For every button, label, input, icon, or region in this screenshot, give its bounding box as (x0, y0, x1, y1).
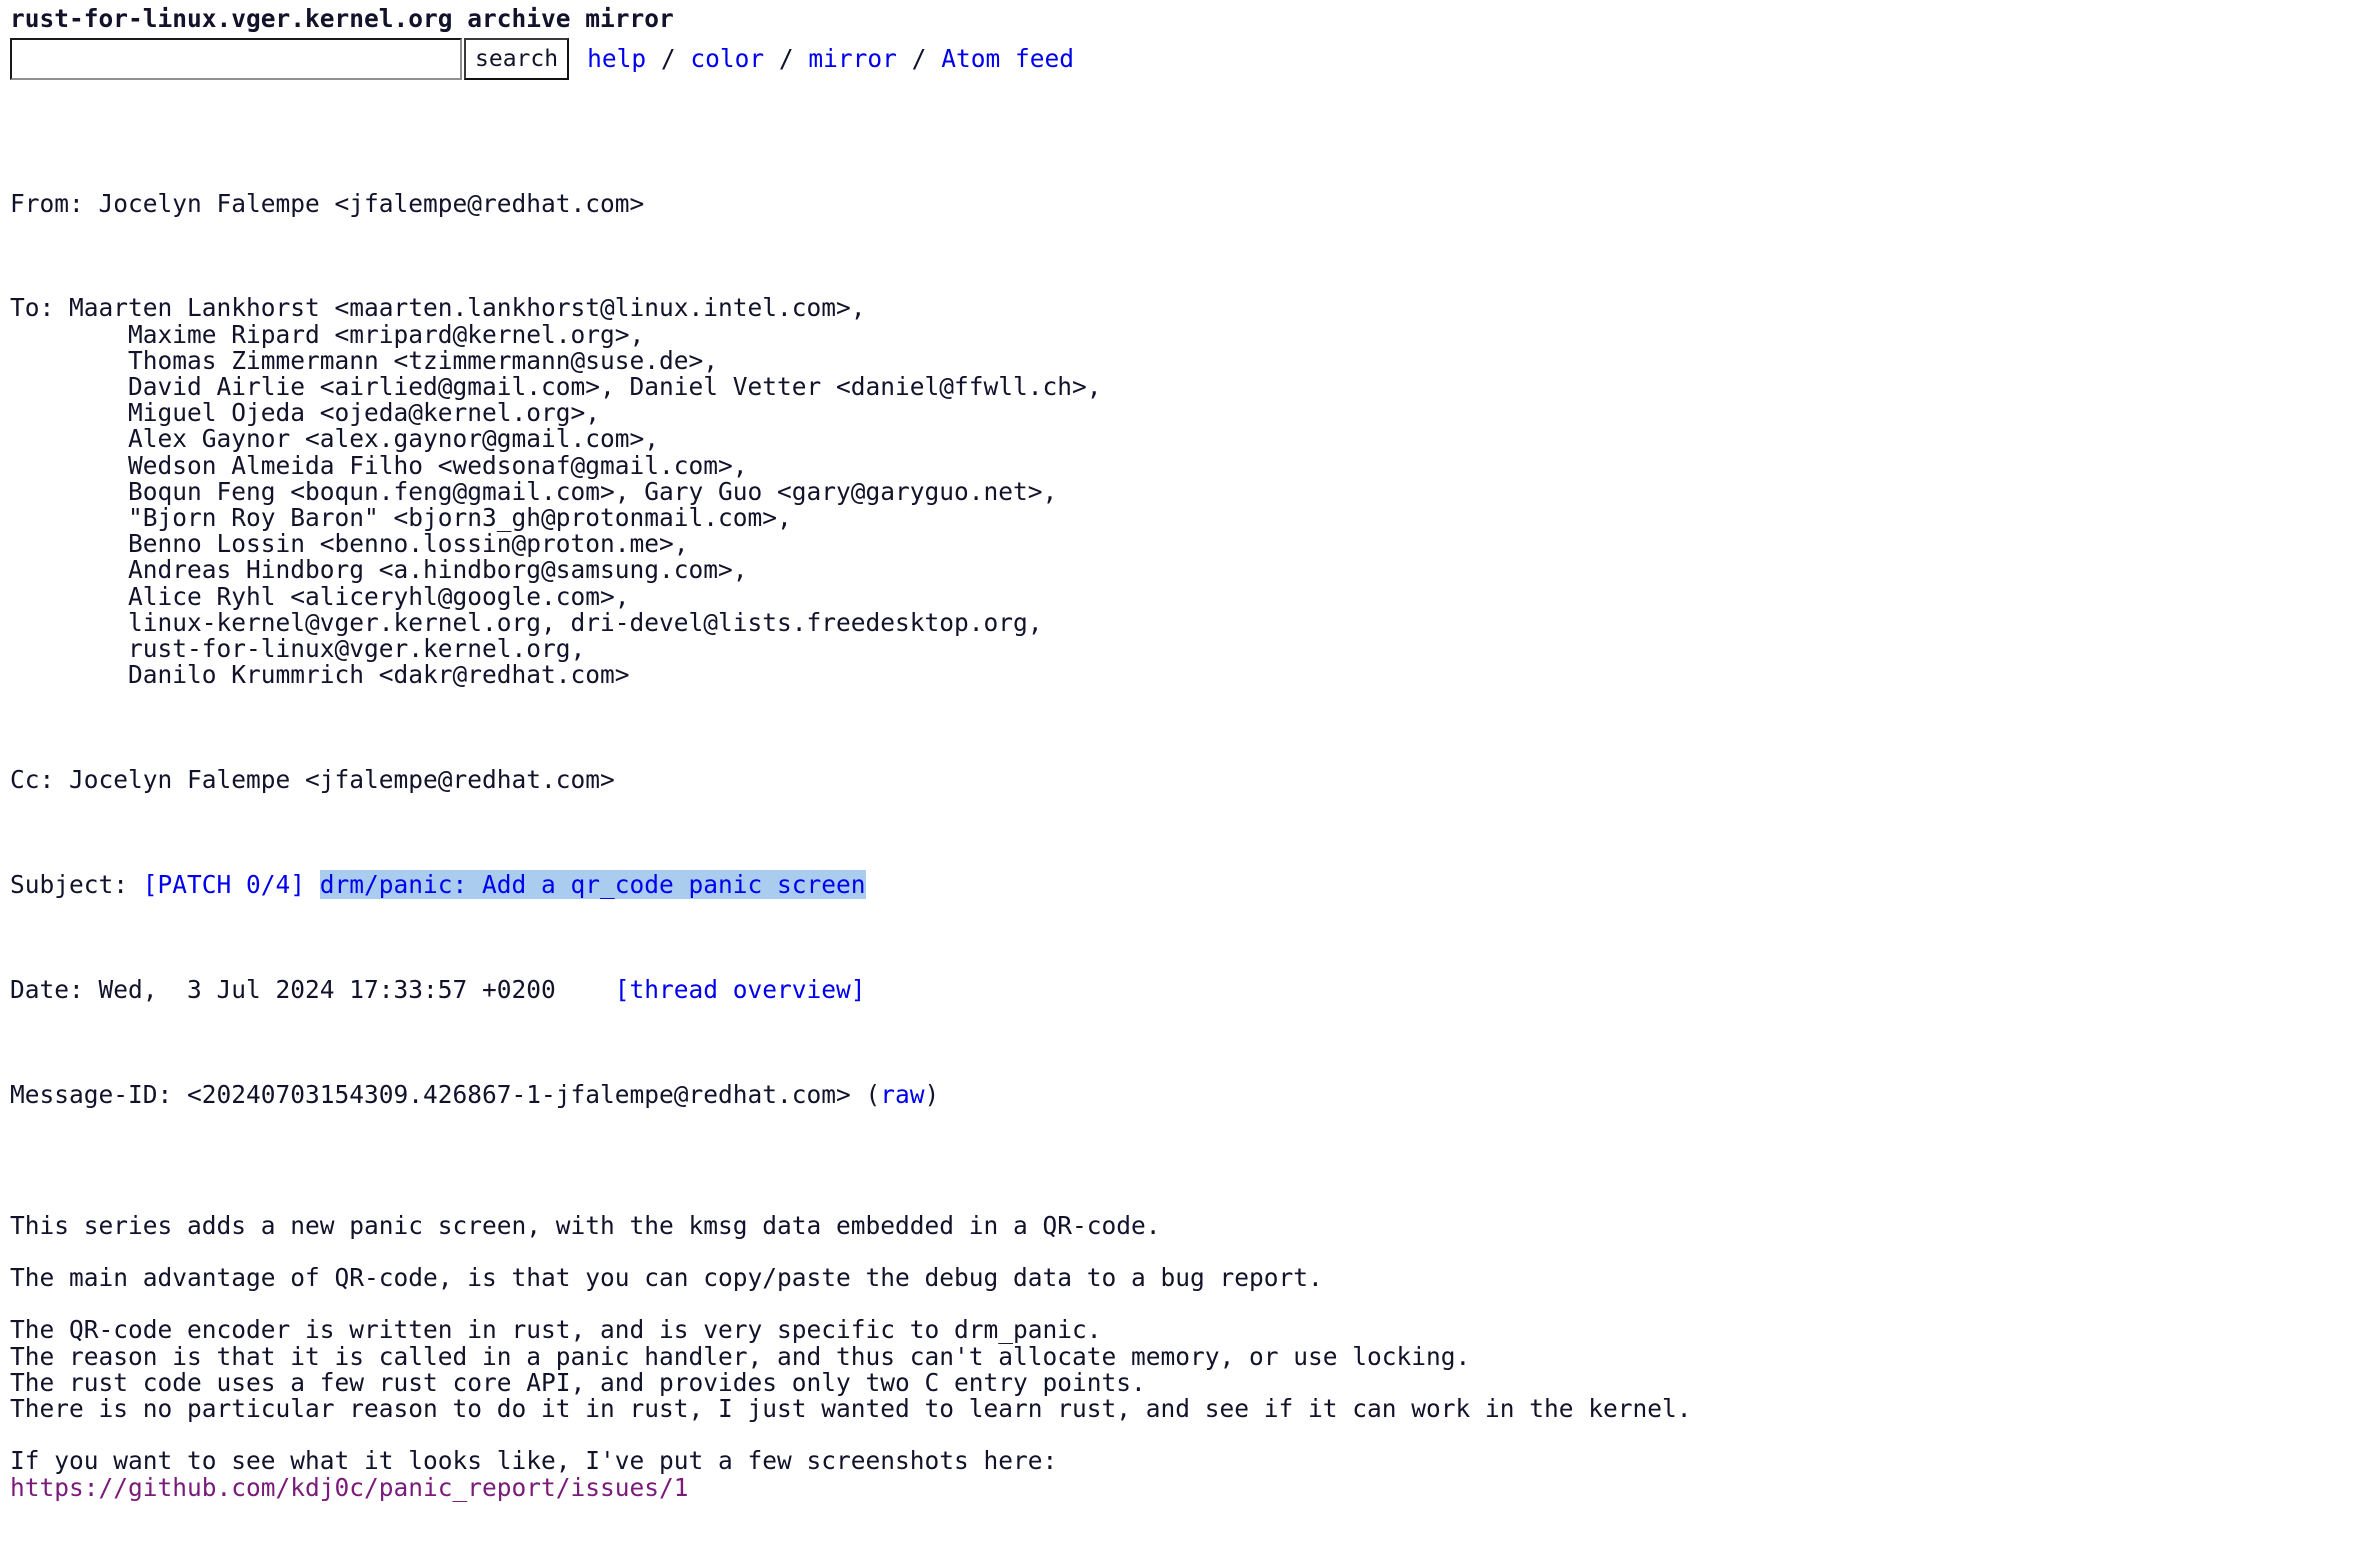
header-cc: Cc: Jocelyn Falempe <jfalempe@redhat.com… (10, 765, 2380, 795)
message-id-close-paren: ) (924, 1079, 940, 1109)
message-body: This series adds a new panic screen, wit… (10, 1186, 2380, 1500)
cc-value: Jocelyn Falempe <jfalempe@redhat.com> (69, 765, 615, 795)
body-line: The rust code uses a few rust core API, … (10, 1367, 1146, 1397)
body-line: This series adds a new panic screen, wit… (10, 1210, 1161, 1240)
date-value: Wed, 3 Jul 2024 17:33:57 +0200 (98, 974, 556, 1004)
to-value: Maarten Lankhorst <maarten.lankhorst@lin… (69, 293, 1102, 690)
cc-label: Cc: (10, 765, 70, 795)
body-line: If you want to see what it looks like, I… (10, 1446, 1058, 1476)
search-button[interactable]: search (464, 38, 570, 80)
from-label: From: (10, 188, 99, 218)
nav-link-help[interactable]: help (587, 44, 646, 73)
from-value: Jocelyn Falempe <jfalempe@redhat.com> (98, 188, 645, 218)
search-form: search (10, 38, 570, 80)
header-date: Date: Wed, 3 Jul 2024 17:33:57 +0200 [th… (10, 974, 2380, 1004)
email-message: From: Jocelyn Falempe <jfalempe@redhat.c… (10, 112, 2380, 1553)
nav-link-atom-feed[interactable]: Atom feed (941, 44, 1074, 73)
nav-separator-3: / (896, 43, 942, 73)
to-label: To: (10, 293, 70, 323)
raw-link[interactable]: raw (880, 1080, 924, 1109)
thread-overview-link[interactable]: [thread overview] (615, 975, 866, 1004)
subject-label: Subject: (10, 869, 143, 899)
page-title: rust-for-linux.vger.kernel.org archive m… (10, 4, 674, 33)
body-line: The QR-code encoder is written in rust, … (10, 1315, 1102, 1345)
subject-prefix-link[interactable]: [PATCH 0/4] (143, 870, 320, 899)
message-id-label: Message-ID: (10, 1079, 188, 1109)
body-line: The main advantage of QR-code, is that y… (10, 1262, 1323, 1292)
subject-highlighted-link[interactable]: drm/panic: Add a qr_code panic screen (319, 869, 866, 899)
header-from: From: Jocelyn Falempe <jfalempe@redhat.c… (10, 188, 2380, 218)
search-input[interactable] (10, 38, 462, 80)
body-line: There is no particular reason to do it i… (10, 1393, 1692, 1423)
date-gap (556, 975, 615, 1004)
body-line: The reason is that it is called in a pan… (10, 1341, 1471, 1371)
body-external-link[interactable]: https://github.com/kdj0c/panic_report/is… (10, 1474, 2380, 1501)
message-id-value: <20240703154309.426867-1-jfalempe@redhat… (187, 1079, 881, 1109)
header-to: To: Maarten Lankhorst <maarten.lankhorst… (10, 295, 2380, 688)
nav-separator-2: / (764, 43, 809, 73)
nav-link-color[interactable]: color (690, 44, 764, 73)
header-subject: Subject: [PATCH 0/4] drm/panic: Add a qr… (10, 869, 2380, 899)
nav-links: help / color / mirror / Atom feed (587, 43, 1074, 73)
header-message-id: Message-ID: <20240703154309.426867-1-jfa… (10, 1079, 2380, 1109)
nav-link-mirror[interactable]: mirror (808, 44, 897, 73)
date-label: Date: (10, 974, 99, 1004)
nav-separator-1: / (646, 43, 691, 73)
search-and-nav-bar: search help / color / mirror / Atom feed (10, 36, 2380, 82)
